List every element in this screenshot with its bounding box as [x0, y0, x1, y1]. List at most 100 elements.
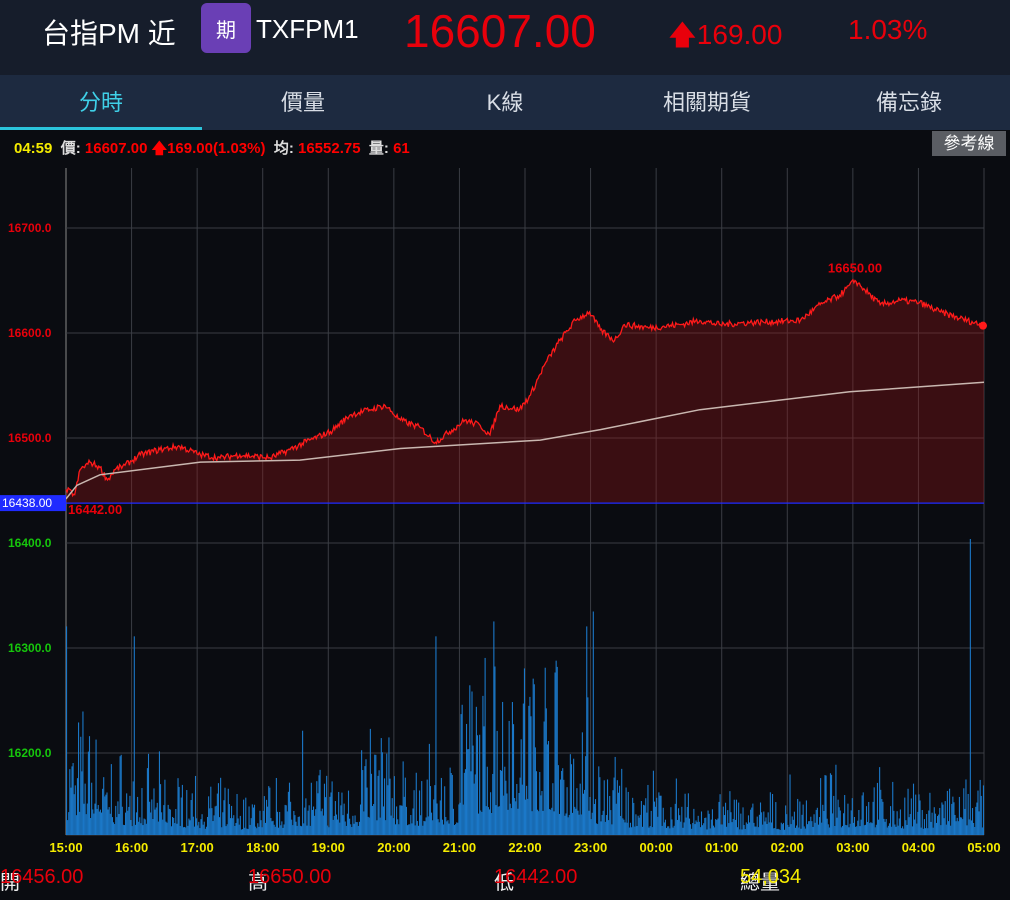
volume-bar — [915, 794, 917, 835]
volume-bar — [937, 816, 939, 835]
volume-bar — [228, 804, 230, 835]
volume-bar — [373, 804, 375, 835]
volume-bar — [270, 818, 272, 835]
volume-bar — [366, 787, 368, 835]
tab-related-futures[interactable]: 相關期貨 — [606, 75, 808, 130]
tab-kline[interactable]: K線 — [404, 75, 606, 130]
last-price-dot — [979, 321, 987, 330]
volume-bar — [449, 767, 451, 835]
volume-bar — [396, 806, 398, 835]
volume-bar — [325, 797, 327, 835]
volume-bar — [598, 766, 600, 835]
volume-bar — [106, 792, 108, 835]
volume-bar — [354, 815, 356, 835]
volume-bar — [294, 815, 296, 835]
intraday-chart[interactable]: 15:00 16:00 17:00 18:00 19:00 20:00 21:00 22:00… — [0, 160, 1010, 860]
volume-bar — [411, 823, 413, 835]
y-tick-label: 16700.0 — [8, 221, 52, 235]
reference-line-button[interactable]: 參考線 — [932, 131, 1006, 156]
volume-bar — [234, 825, 236, 835]
volume-bar — [236, 794, 238, 835]
tab-price-volume[interactable]: 價量 — [202, 75, 404, 130]
volume-bar — [898, 818, 900, 835]
tab-memo[interactable]: 備忘錄 — [808, 75, 1010, 130]
y-tick-label: 16200.0 — [8, 746, 52, 760]
volume-bar — [801, 814, 803, 835]
volume-bar — [787, 824, 789, 835]
volume-bar — [784, 829, 786, 835]
volume-bar — [446, 821, 448, 835]
volume-bar — [663, 822, 665, 835]
volume-bar — [291, 819, 293, 835]
volume-bar — [436, 803, 438, 835]
volume-bar — [885, 819, 887, 835]
volume-bar — [96, 808, 98, 835]
volume-bar — [685, 817, 687, 835]
volume-bar — [71, 766, 73, 835]
volume-bar — [481, 811, 483, 835]
volume-bar — [265, 799, 268, 835]
volume-bar — [211, 808, 213, 835]
volume-bar — [95, 739, 97, 835]
volume-bar — [355, 822, 357, 835]
volume-bar — [443, 824, 445, 835]
volume-bar — [169, 809, 171, 835]
volume-bar — [403, 796, 405, 835]
volume-bar — [867, 821, 869, 835]
volume-bar — [390, 815, 392, 835]
volume-bar — [786, 814, 788, 835]
volume-bar — [296, 825, 298, 835]
volume-bar — [872, 801, 874, 835]
volume-bar — [942, 804, 944, 835]
volume-bar — [279, 811, 281, 835]
volume-bar — [852, 822, 854, 835]
volume-bar — [476, 735, 479, 835]
volume-bar — [194, 775, 197, 835]
volume-bar — [943, 818, 945, 835]
volume-bar — [253, 804, 256, 835]
volume-bar — [168, 808, 170, 835]
volume-bar — [241, 829, 244, 835]
volume-bar — [353, 823, 355, 835]
volume-bar — [422, 825, 424, 835]
volume-bar — [510, 808, 512, 835]
volume-bar — [122, 824, 124, 835]
volume-bar — [86, 803, 88, 835]
volume-bar — [908, 817, 910, 835]
volume-bar — [897, 825, 899, 835]
volume-bar — [87, 751, 89, 835]
volume-bar — [210, 786, 212, 835]
volume-bar — [659, 795, 661, 835]
volume-bar — [134, 824, 136, 835]
volume-bar — [66, 626, 68, 835]
volume-bar — [582, 793, 585, 835]
volume-bar — [975, 806, 977, 835]
volume-bar — [837, 799, 839, 835]
volume-bar — [775, 802, 777, 835]
volume-bar — [849, 823, 851, 835]
volume-bar — [88, 736, 91, 835]
volume-bar — [186, 790, 188, 835]
volume-bar — [918, 794, 920, 835]
volume-bar — [485, 806, 487, 835]
tab-bar: 分時 價量 K線 相關期貨 備忘錄 — [0, 75, 1010, 130]
volume-bar — [517, 808, 519, 835]
volume-bar — [401, 805, 403, 835]
tab-intraday[interactable]: 分時 — [0, 75, 202, 130]
volume-bar — [393, 776, 395, 835]
volume-bar — [470, 771, 472, 835]
volume-bar — [304, 807, 306, 835]
volume-bar — [349, 818, 351, 835]
volume-bar — [133, 636, 135, 835]
volume-bar — [843, 813, 845, 835]
volume-bar — [935, 822, 938, 835]
volume-bar — [167, 804, 169, 835]
x-tick-label: 05:00 — [967, 840, 1000, 855]
volume-bar — [262, 810, 264, 835]
volume-bar — [605, 815, 607, 835]
volume-bar — [212, 821, 214, 835]
volume-bar — [759, 802, 762, 835]
volume-bar — [421, 781, 423, 835]
volume-bar — [121, 806, 123, 835]
volume-bar — [703, 823, 705, 835]
